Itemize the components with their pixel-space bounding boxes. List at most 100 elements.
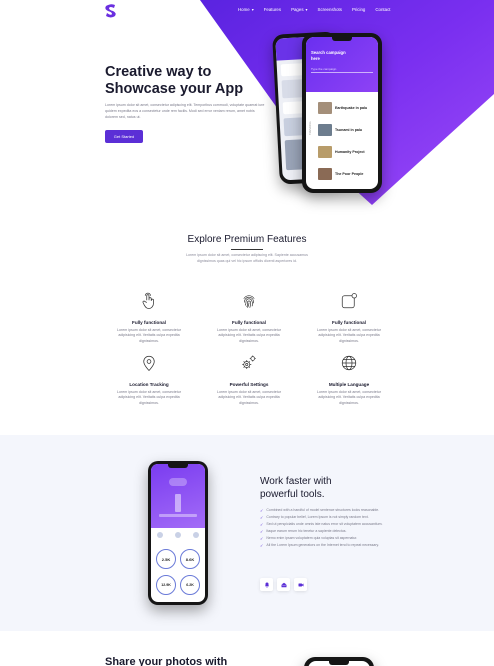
notification-icon	[341, 293, 357, 309]
feature-text: Lorem ipsum dolor sit amet, consectetur …	[217, 390, 281, 405]
nav-contact-label: Contact	[375, 7, 391, 12]
feature-card: Fully functional Lorem ipsum dolor sit a…	[204, 292, 294, 344]
list-item: ✓ Combined with a handful of model senten…	[260, 508, 400, 513]
list-item: ✓ Itaque earum rerum hic tenetur a sapien…	[260, 529, 400, 534]
feature-title: Location Tracking	[129, 382, 169, 387]
list-item-text: Itaque earum rerum hic tenetur a sapient…	[266, 529, 347, 533]
phone-list-item[interactable]: Tsunami in palu	[318, 121, 376, 139]
nav-screenshots-label: Screenshots	[317, 7, 342, 12]
thumbnail-image	[318, 168, 332, 180]
feature-text: Lorem ipsum dolor sit amet, consectetur …	[217, 328, 281, 343]
chevron-down-icon: ▾	[251, 7, 254, 12]
list-item: ✓ Nemo enim ipsam voluptatem quia volupta…	[260, 536, 400, 541]
thumbnail-image	[318, 124, 332, 136]
feature-title: Powerful Settings	[229, 382, 269, 387]
bell-icon	[264, 582, 269, 587]
chevron-down-icon: ▾	[305, 7, 308, 12]
list-item: ✓ All the Lorem Ipsum generators on the I…	[260, 543, 400, 548]
phone-search-input[interactable]: Type the campaign	[311, 65, 373, 73]
feature-text: Lorem ipsum dolor sit amet, consectetur …	[317, 390, 381, 405]
work-title-line1: Work faster with	[260, 476, 332, 487]
features-description: Lorem ipsum dolor sit amet, consectetur …	[186, 253, 308, 263]
nav-contact[interactable]: Contact	[375, 7, 390, 12]
hero-section: Home ▾ Features Pages ▾ Screenshots Pricin…	[0, 0, 494, 220]
hero-title: Creative way to Showcase your App	[105, 64, 275, 98]
feature-card: Fully functional Lorem ipsum dolor sit a…	[104, 292, 194, 344]
hero-title-line2: Showcase your App	[105, 81, 244, 97]
nav-pages[interactable]: Pages ▾	[291, 7, 307, 12]
video-button[interactable]	[294, 578, 307, 591]
phone-list-item-title: The Poor People	[335, 172, 364, 176]
bell-button[interactable]	[260, 578, 273, 591]
nav-features-label: Features	[263, 7, 282, 12]
list-item-text: All the Lorem Ipsum generators on the In…	[266, 543, 379, 547]
avatar	[169, 478, 187, 486]
stat-ring: 8.6K	[180, 549, 200, 569]
thumbnail-image	[318, 102, 332, 114]
feature-title: Fully functional	[232, 320, 266, 325]
list-item-text: Contrary to popular belief, Lorem Ipsum …	[266, 515, 369, 519]
check-icon: ✓	[260, 508, 264, 513]
feature-text: Lorem ipsum dolor sit amet, consectetur …	[117, 328, 181, 343]
list-item-text: Combined with a handful of model sentenc…	[266, 508, 380, 512]
location-icon	[143, 355, 155, 372]
feature-card: Location Tracking Lorem ipsum dolor sit …	[104, 354, 194, 406]
nav-features[interactable]: Features	[264, 7, 281, 12]
phone-list-item[interactable]: Humanity Project	[318, 143, 376, 161]
mail-button[interactable]	[277, 578, 290, 591]
feature-text: Lorem ipsum dolor sit amet, consectetur …	[317, 328, 381, 343]
touch-icon	[142, 292, 154, 309]
check-icon: ✓	[260, 522, 264, 527]
stat-ring: 6.2K	[180, 575, 200, 595]
feature-text: Lorem ipsum dolor sit amet, consectetur …	[117, 390, 181, 405]
feature-checklist: ✓ Combined with a handful of model senten…	[260, 508, 400, 550]
phone-list-item[interactable]: Earthquake in palu	[318, 99, 376, 117]
mail-icon	[280, 582, 287, 587]
hero-phone-front: Search campaign here Type the campaign T…	[302, 33, 382, 193]
share-title: Share your photos with	[105, 656, 228, 666]
stat-ring: 2.5K	[156, 549, 176, 569]
phone-list-item-title: Earthquake in palu	[335, 106, 368, 110]
globe-icon	[341, 355, 357, 371]
list-item-text: Nemo enim ipsam voluptatem quia voluptas…	[266, 536, 358, 540]
app-phone: 2.5K 8.6K 12.9K 6.2K	[148, 461, 208, 605]
phone-side-label: TRENDING	[309, 121, 312, 135]
hero-title-line1: Creative way to	[105, 64, 212, 80]
stat-value: 8.6K	[185, 556, 195, 562]
hero-description: Lorem ipsum dolor sit amet, consectetur …	[105, 103, 265, 119]
work-title: Work faster with powerful tools.	[260, 475, 410, 501]
video-icon	[298, 583, 303, 586]
check-icon: ✓	[260, 515, 264, 520]
nav-screenshots[interactable]: Screenshots	[318, 7, 342, 12]
title-divider	[231, 249, 263, 250]
hero-phone-screen: Search campaign here Type the campaign T…	[306, 37, 378, 189]
nav-pages-label: Pages	[291, 7, 304, 12]
nav-home[interactable]: Home ▾	[238, 7, 254, 12]
main-nav: Home ▾ Features Pages ▾ Screenshots Pricin…	[238, 7, 401, 12]
fingerprint-icon	[243, 295, 255, 308]
get-started-button[interactable]: Get Started	[105, 130, 143, 143]
features-title: Explore Premium Features	[187, 234, 307, 245]
feature-card: Fully functional Lorem ipsum dolor sit a…	[304, 292, 394, 344]
phone-search-title: Search campaign here	[311, 50, 346, 61]
feature-title: Fully functional	[132, 320, 166, 325]
brand-logo[interactable]	[103, 3, 119, 19]
app-phone-screen: 2.5K 8.6K 12.9K 6.2K	[151, 464, 205, 602]
nav-pricing[interactable]: Pricing	[352, 7, 365, 12]
stat-value: 12.9K	[161, 583, 171, 587]
feature-card: Multiple Language Lorem ipsum dolor sit …	[304, 354, 394, 406]
check-icon: ✓	[260, 536, 264, 541]
nav-pricing-label: Pricing	[351, 7, 366, 12]
stat-value: 2.5K	[161, 556, 171, 562]
nav-home-label: Home	[238, 7, 250, 12]
list-item-text: Sed ut perspiciatis unde omnis iste natu…	[266, 522, 383, 526]
thumbnail-image	[318, 146, 332, 158]
stat-ring: 12.9K	[156, 575, 176, 595]
feature-card: Powerful Settings Lorem ipsum dolor sit …	[204, 354, 294, 406]
check-icon: ✓	[260, 543, 264, 548]
phone-list-item[interactable]: The Poor People	[318, 165, 376, 183]
work-title-line2: powerful tools.	[260, 489, 325, 500]
tool-buttons	[260, 578, 307, 591]
list-item: ✓ Contrary to popular belief, Lorem Ipsum…	[260, 515, 400, 520]
check-icon: ✓	[260, 529, 264, 534]
